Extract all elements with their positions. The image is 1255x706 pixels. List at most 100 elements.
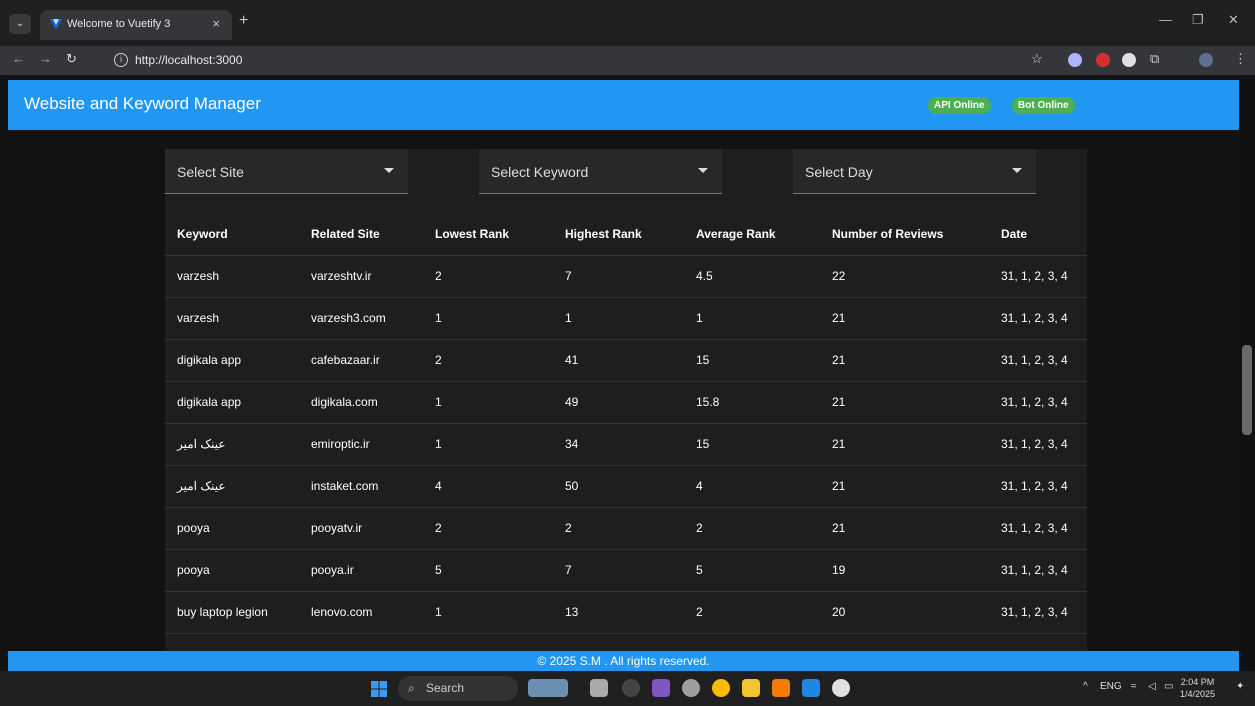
table-cell: buy laptop legion [165, 591, 299, 634]
language-indicator[interactable]: ENG [1100, 681, 1122, 692]
widgets-icon[interactable] [528, 679, 568, 697]
column-header[interactable]: Lowest Rank [423, 213, 553, 256]
table-cell: 50 [553, 465, 684, 508]
table-row[interactable]: عینک امیر instaket.com 4 50 4 21 31, 1, 2, 3, … [165, 465, 1087, 508]
table-cell: varzesh [165, 255, 299, 298]
notifications-icon[interactable]: ✦ [1236, 681, 1244, 692]
copilot-icon[interactable] [652, 679, 670, 697]
browser-tab[interactable]: Welcome to Vuetify 3 × [40, 10, 232, 40]
minimize-icon[interactable]: — [1159, 12, 1172, 27]
table-cell: 15 [684, 423, 820, 466]
app-orange-icon[interactable] [772, 679, 790, 697]
table-cell: 2 [423, 255, 553, 298]
table-cell: lenovo.com [299, 591, 423, 634]
search-icon: ⌕ [408, 681, 415, 695]
select-site-dropdown[interactable]: Select Site [165, 149, 408, 194]
vuetify-icon [50, 19, 62, 30]
table-cell: 2 [423, 339, 553, 382]
extension-globe-icon[interactable] [1122, 53, 1136, 67]
address-bar[interactable]: i http://localhost:3000 [104, 49, 1054, 71]
chevron-down-icon [1012, 168, 1022, 173]
table-row[interactable]: digikala app cafebazaar.ir 2 41 15 21 31, 1, 2… [165, 339, 1087, 382]
column-header[interactable]: Number of Reviews [820, 213, 989, 256]
profile-avatar[interactable] [1199, 53, 1213, 67]
table-row[interactable]: varzesh varzeshtv.ir 2 7 4.5 22 31, 1, 2, 3, 4 [165, 255, 1087, 298]
table-row[interactable]: pooya pooya.ir 5 7 5 19 31, 1, 2, 3, 4 [165, 549, 1087, 592]
table-cell: 5 [684, 549, 820, 592]
chrome-icon[interactable] [712, 679, 730, 697]
table-cell: 5 [423, 549, 553, 592]
scrollbar-thumb[interactable] [1242, 345, 1252, 435]
windows-start-icon[interactable] [371, 681, 387, 697]
table-cell: 31, 1, 2, 3, 4 [989, 339, 1087, 382]
column-header[interactable]: Highest Rank [553, 213, 684, 256]
column-header[interactable]: Average Rank [684, 213, 820, 256]
table-cell: 1 [423, 297, 553, 340]
extension-shield-icon[interactable] [1068, 53, 1082, 67]
table-cell: 4 [423, 465, 553, 508]
tab-search-button[interactable]: ⌄ [9, 14, 31, 34]
forward-icon[interactable]: → [39, 51, 52, 66]
table-cell: 49 [553, 381, 684, 424]
table-cell: 13 [553, 591, 684, 634]
extensions-puzzle-icon[interactable]: ⧉ [1150, 51, 1159, 67]
table-cell: 31, 1, 2, 3, 4 [989, 549, 1087, 592]
close-window-icon[interactable]: ✕ [1228, 12, 1239, 28]
table-row[interactable]: buy laptop legion lenovo.com 1 13 2 20 31, 1, … [165, 591, 1087, 634]
table-cell: 4.5 [684, 255, 820, 298]
table-cell: 1 [423, 591, 553, 634]
table-cell: 31, 1, 2, 3, 4 [989, 591, 1087, 634]
page-scrollbar[interactable] [1239, 80, 1255, 671]
table-cell: pooyatv.ir [299, 507, 423, 550]
main-content: Select Site Select Keyword Select Day Ke… [8, 130, 1239, 651]
table-row[interactable]: pooya pooyatv.ir 2 2 2 21 31, 1, 2, 3, 4 [165, 507, 1087, 550]
chatgpt-icon[interactable] [832, 679, 850, 697]
back-icon[interactable]: ← [12, 51, 25, 66]
table-row[interactable]: عینک امیر emiroptic.ir 1 34 15 21 31, 1, 2, 3,… [165, 423, 1087, 466]
extension-red-icon[interactable] [1096, 53, 1110, 67]
volume-icon[interactable]: ◁ [1148, 681, 1156, 692]
site-info-icon[interactable]: i [114, 53, 128, 67]
browser-tab-strip: ⌄ Welcome to Vuetify 3 × + — ❐ ✕ [0, 0, 1255, 46]
table-cell: 21 [820, 297, 989, 340]
select-day-dropdown[interactable]: Select Day [793, 149, 1036, 194]
bookmark-star-icon[interactable]: ☆ [1031, 51, 1043, 67]
column-header[interactable]: Keyword [165, 213, 299, 256]
browser-menu-icon[interactable]: ⋮ [1234, 51, 1247, 67]
new-tab-icon[interactable]: + [239, 12, 248, 30]
table-cell: عینک امیر [165, 423, 299, 466]
media-player-icon[interactable] [622, 679, 640, 697]
table-cell: digikala.com [299, 381, 423, 424]
column-header[interactable]: Date [989, 213, 1087, 256]
table-cell: 22 [820, 255, 989, 298]
table-cell: 1 [684, 297, 820, 340]
table-cell: 31, 1, 2, 3, 4 [989, 507, 1087, 550]
table-cell: digikala app [165, 339, 299, 382]
app-footer: © 2025 S.M . All rights reserved. [8, 651, 1239, 671]
browser-toolbar: ← → ↻ i http://localhost:3000 ☆ ⧉ ⋮ [0, 46, 1255, 75]
settings-gear-icon[interactable] [682, 679, 700, 697]
table-cell: instaket.com [299, 465, 423, 508]
taskbar-search-label: Search [426, 681, 465, 695]
vscode-icon[interactable] [802, 679, 820, 697]
column-header[interactable]: Related Site [299, 213, 423, 256]
battery-icon[interactable]: ▭ [1164, 681, 1173, 692]
os-taskbar: ⌕ Search ^ ENG ≈ ◁ ▭ 2:04 PM 1/4/2025 ✦ [0, 671, 1255, 706]
table-cell: 41 [553, 339, 684, 382]
file-explorer-icon[interactable] [742, 679, 760, 697]
close-tab-icon[interactable]: × [212, 16, 220, 31]
tray-expand-icon[interactable]: ^ [1083, 681, 1088, 692]
table-row[interactable]: digikala app digikala.com 1 49 15.8 21 31, 1, … [165, 381, 1087, 424]
select-keyword-dropdown[interactable]: Select Keyword [479, 149, 722, 194]
table-cell: 20 [820, 591, 989, 634]
table-cell: 2 [423, 507, 553, 550]
task-view-icon[interactable] [590, 679, 608, 697]
table-row[interactable]: varzesh varzesh3.com 1 1 1 21 31, 1, 2, 3, 4 [165, 297, 1087, 340]
table-cell: 15 [684, 339, 820, 382]
wifi-icon[interactable]: ≈ [1131, 681, 1137, 692]
taskbar-search[interactable]: ⌕ Search [398, 676, 518, 701]
reload-icon[interactable]: ↻ [66, 51, 77, 67]
restore-icon[interactable]: ❐ [1192, 12, 1204, 28]
clock-time: 2:04 PM [1180, 677, 1215, 687]
system-clock[interactable]: 2:04 PM 1/4/2025 [1180, 676, 1215, 700]
